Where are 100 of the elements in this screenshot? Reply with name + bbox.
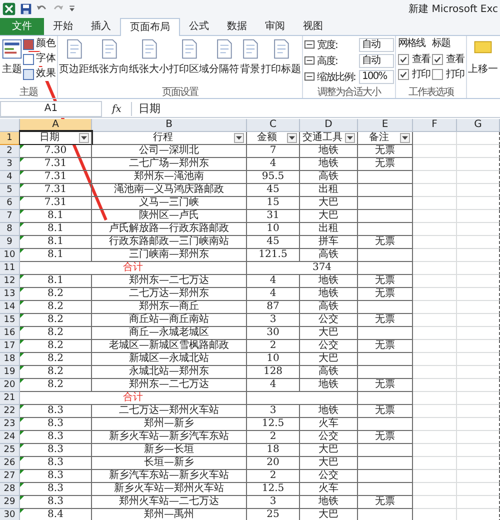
row-header[interactable]: 9	[0, 236, 20, 249]
file-tab[interactable]: 文件	[0, 18, 44, 35]
date-cell: 8.2	[20, 301, 92, 314]
row-header[interactable]: 3	[0, 158, 20, 171]
column-header[interactable]: E	[358, 119, 413, 132]
empty-cell	[413, 184, 457, 197]
page-setup-button[interactable]: 分隔符	[209, 37, 239, 76]
row-header[interactable]: 1	[0, 132, 20, 145]
row-header[interactable]: 15	[0, 314, 20, 327]
row-header[interactable]: 12	[0, 275, 20, 288]
group-label: 调整为合适大小	[318, 87, 380, 98]
amount-cell: 87	[247, 301, 300, 314]
scale-field[interactable]: 自动	[359, 38, 394, 52]
checkbox[interactable]	[432, 68, 443, 80]
spreadsheet-icon[interactable]	[2, 2, 16, 16]
filter-button[interactable]	[79, 133, 89, 143]
ribbon-tab[interactable]: 页面布局	[120, 18, 180, 36]
row-header[interactable]: 17	[0, 340, 20, 353]
row-header[interactable]: 23	[0, 418, 20, 431]
amount-cell: 30	[247, 327, 300, 340]
column-header[interactable]: C	[247, 119, 300, 132]
page-setup-button[interactable]: 纸张大小	[129, 37, 169, 76]
column-header[interactable]: D	[300, 119, 358, 132]
transport-cell: 拼车	[300, 236, 358, 249]
row-header[interactable]: 20	[0, 379, 20, 392]
filter-button[interactable]	[234, 133, 244, 143]
date-cell: 8.1	[20, 249, 92, 262]
row-header[interactable]: 18	[0, 353, 20, 366]
ribbon-tab[interactable]: 公式	[180, 18, 218, 35]
empty-cell	[457, 431, 500, 444]
ribbon-tab[interactable]: 开始	[44, 18, 82, 35]
row-header[interactable]: 14	[0, 301, 20, 314]
page-setup-button[interactable]: 打印区域	[169, 37, 209, 76]
empty-cell	[358, 366, 413, 379]
empty-cell	[413, 288, 457, 301]
transport-cell: 大巴	[300, 509, 358, 520]
bring-forward-button[interactable]: 上移一	[468, 37, 498, 76]
ribbon-tab[interactable]: 视图	[294, 18, 332, 35]
ribbon-tab[interactable]: 插入	[82, 18, 120, 35]
name-box[interactable]: A1	[0, 101, 102, 117]
insert-function-button[interactable]: fx	[106, 104, 128, 114]
empty-cell	[413, 262, 457, 275]
row-header[interactable]: 7	[0, 210, 20, 223]
scale-field[interactable]: 100%	[359, 70, 394, 84]
row-header[interactable]: 11	[0, 262, 20, 275]
row-header[interactable]: 6	[0, 197, 20, 210]
amount-cell: 12.5	[247, 483, 300, 496]
row-header[interactable]: 24	[0, 431, 20, 444]
page-setup-button[interactable]: 页边距	[59, 37, 89, 76]
row-header[interactable]: 22	[0, 405, 20, 418]
filter-button[interactable]	[287, 133, 297, 143]
ribbon-tab[interactable]: 数据	[218, 18, 256, 35]
formula-field[interactable]: 日期	[131, 102, 500, 116]
date-cell: 8.2	[20, 366, 92, 379]
row-header[interactable]: 8	[0, 223, 20, 236]
empty-cell	[457, 275, 500, 288]
date-cell: 8.3	[20, 405, 92, 418]
row-header[interactable]: 10	[0, 249, 20, 262]
checkbox[interactable]	[398, 54, 409, 64]
row-header[interactable]: 28	[0, 483, 20, 496]
column-header[interactable]: B	[92, 119, 247, 132]
amount-cell: 3	[247, 496, 300, 509]
theme-option-button[interactable]: 颜色	[23, 37, 56, 51]
filter-button[interactable]	[400, 133, 410, 143]
customize-toolbar-icon[interactable]	[68, 5, 76, 13]
row-header[interactable]: 16	[0, 327, 20, 340]
theme-option-button[interactable]: 效果	[23, 67, 56, 81]
page-setup-button[interactable]: 背景	[239, 37, 261, 76]
row-header[interactable]: 30	[0, 509, 20, 520]
row-header[interactable]: 27	[0, 470, 20, 483]
row-header[interactable]: 19	[0, 366, 20, 379]
row-header[interactable]: 21	[0, 392, 20, 405]
note-cell: 无票	[358, 236, 413, 249]
transport-cell: 高铁	[300, 301, 358, 314]
row-header[interactable]: 4	[0, 171, 20, 184]
checkbox[interactable]	[432, 54, 443, 64]
row-header[interactable]: 25	[0, 444, 20, 457]
empty-cell	[457, 210, 500, 223]
route-cell: 新城区—永城北站	[92, 353, 247, 366]
save-icon[interactable]	[20, 3, 32, 15]
row-header[interactable]: 2	[0, 145, 20, 158]
route-cell: 永城北站—郑州东	[92, 366, 247, 379]
theme-option-button[interactable]: 字体	[23, 52, 56, 66]
scale-field[interactable]: 自动	[359, 54, 394, 68]
page-setup-button[interactable]: 打印标题	[261, 37, 301, 76]
row-header[interactable]: 5	[0, 184, 20, 197]
row-header[interactable]: 26	[0, 457, 20, 470]
row-header[interactable]: 29	[0, 496, 20, 509]
checkbox[interactable]	[398, 68, 409, 80]
empty-cell	[457, 405, 500, 418]
row-header[interactable]: 13	[0, 288, 20, 301]
empty-cell	[413, 379, 457, 392]
ribbon-tab[interactable]: 审阅	[256, 18, 294, 35]
filter-button[interactable]	[345, 133, 355, 143]
empty-cell	[413, 197, 457, 210]
page-setup-button[interactable]: 纸张方向	[89, 37, 129, 76]
column-header[interactable]: F	[413, 119, 457, 132]
checkbox-label: 打印	[412, 68, 430, 81]
column-header[interactable]: G	[457, 119, 500, 132]
themes-button[interactable]: 主题	[1, 37, 23, 76]
